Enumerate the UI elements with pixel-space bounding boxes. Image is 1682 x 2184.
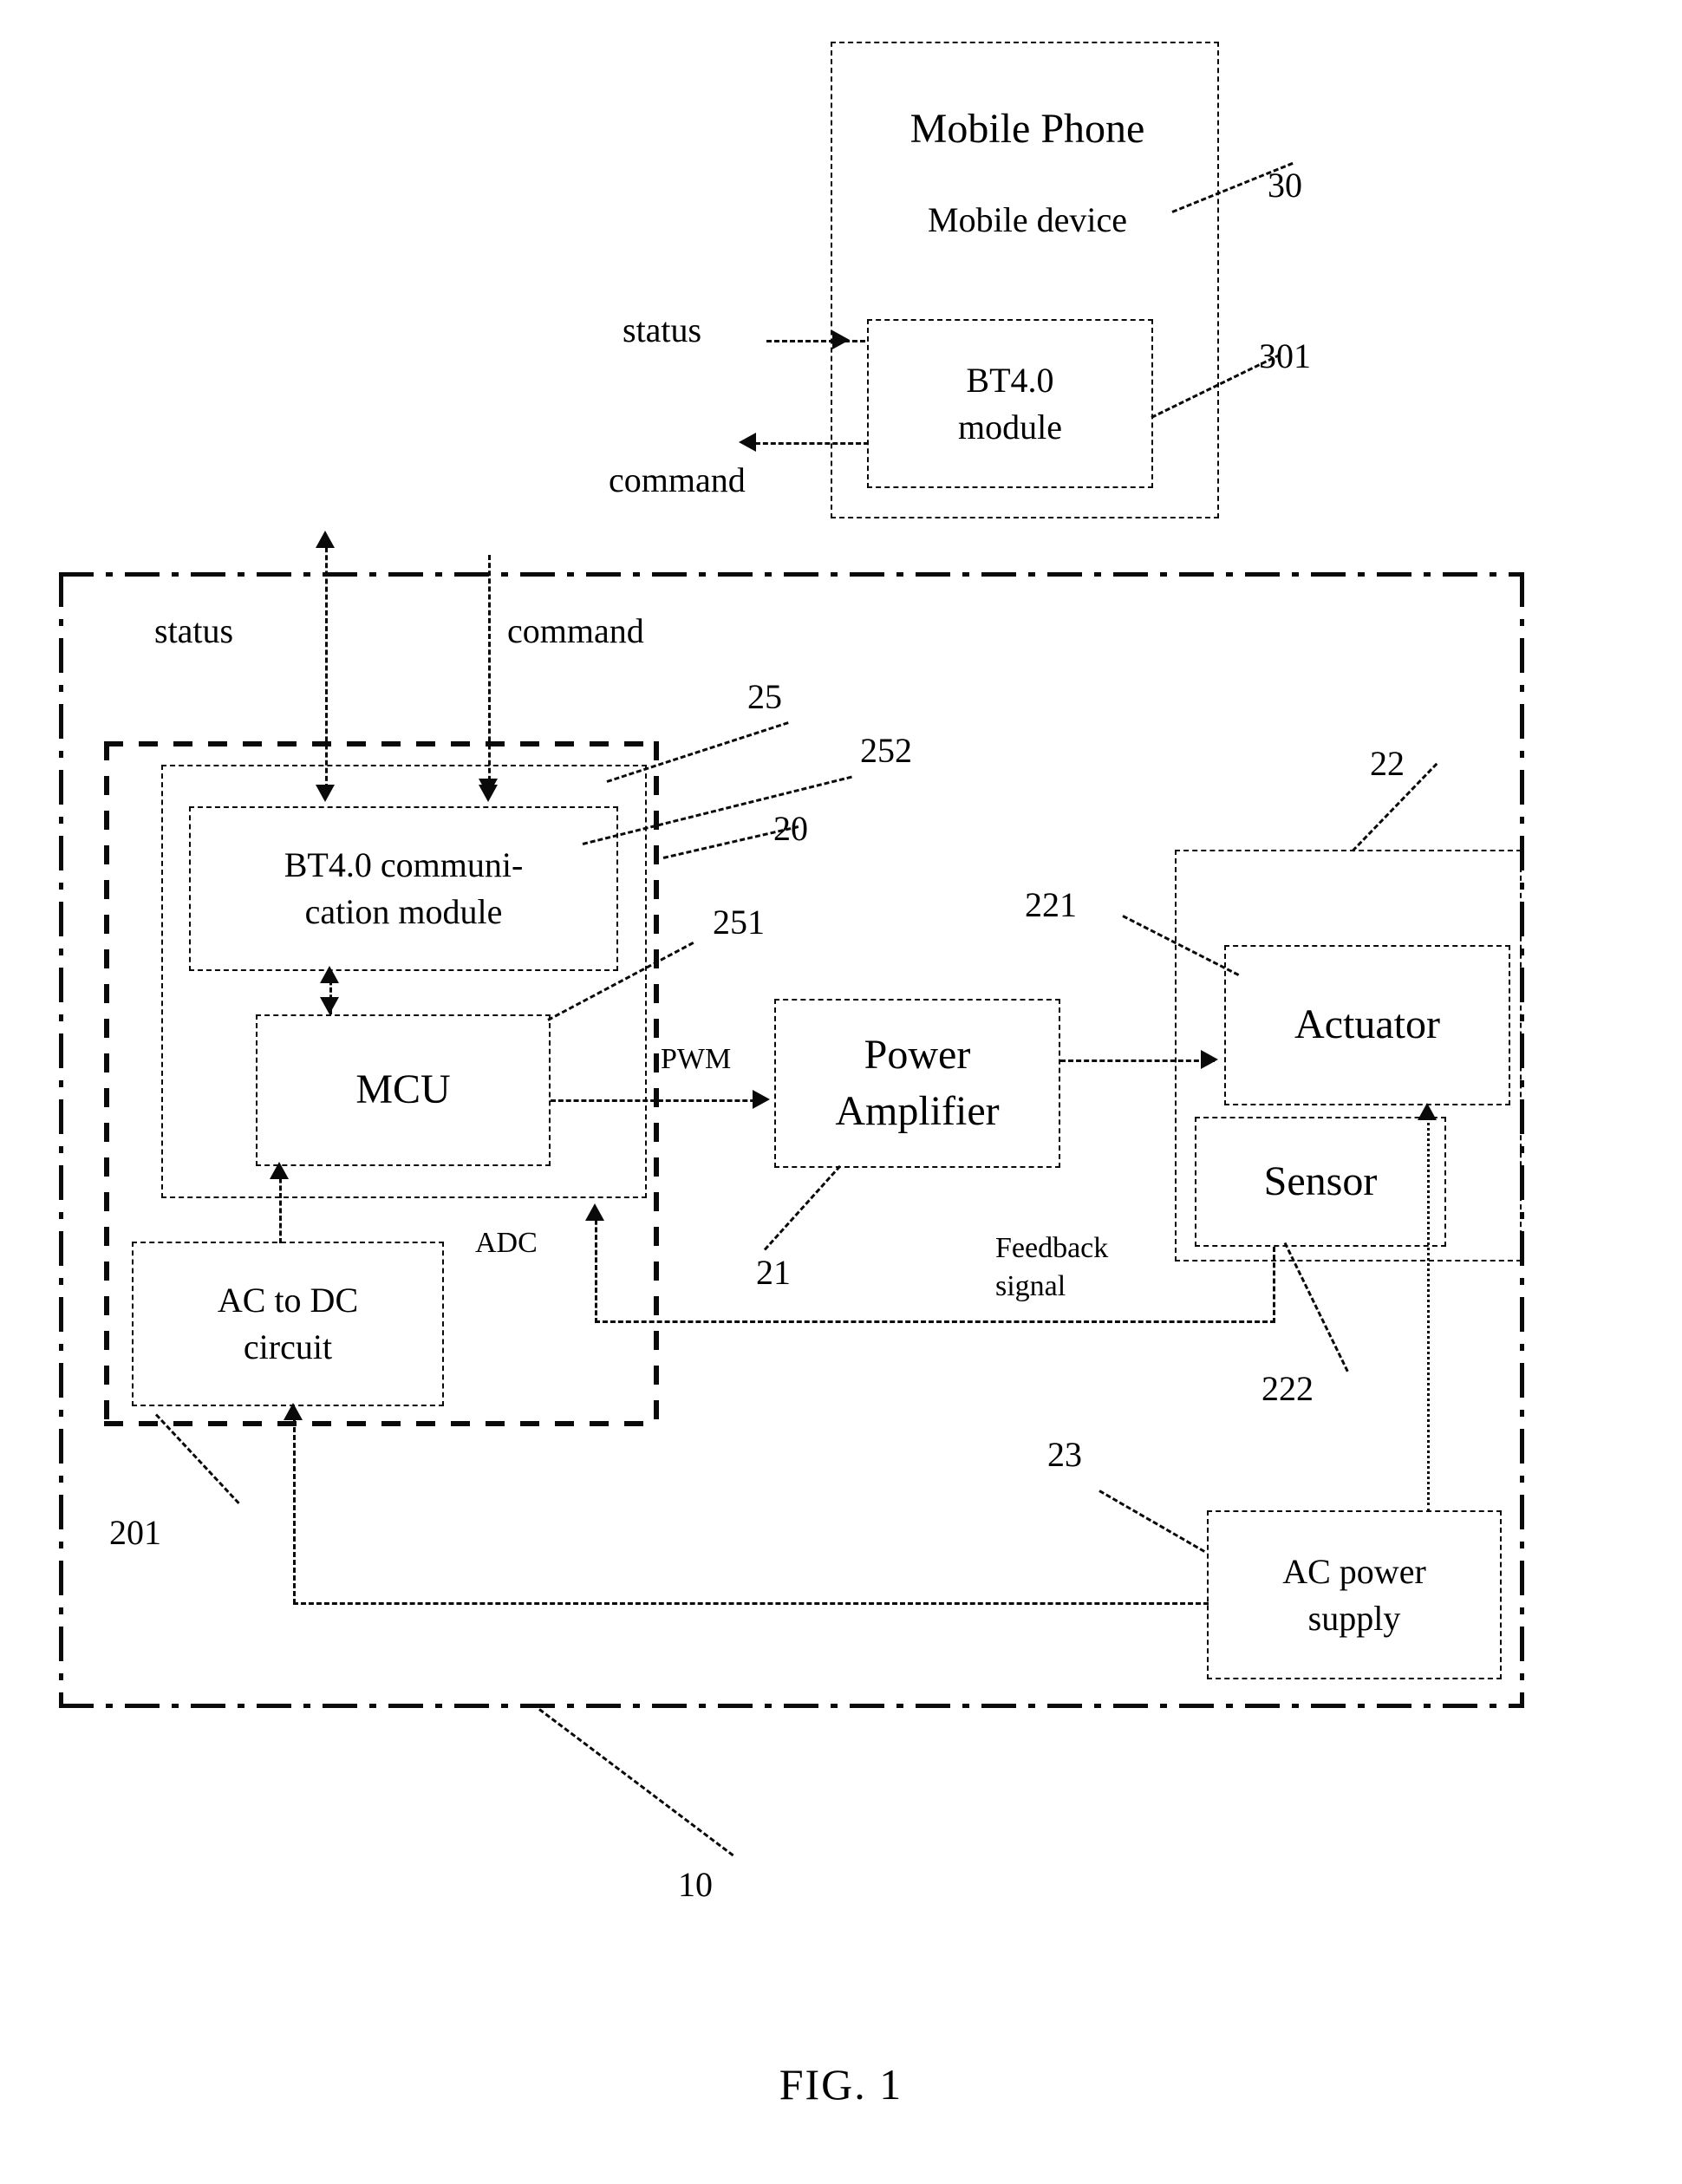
actuator-box: Actuator: [1224, 945, 1510, 1105]
ref-21-label: 21: [756, 1253, 791, 1292]
acpower-to-acdc-vertical: [293, 1411, 296, 1604]
command-arrow-mobile: [739, 433, 756, 452]
power-amplifier-label: Power Amplifier: [835, 1031, 1000, 1134]
ref-22-label: 22: [1370, 744, 1405, 783]
acdc-to-mcu-arrow: [270, 1162, 289, 1179]
ac-power-supply-label: AC power supply: [1282, 1551, 1426, 1638]
status-line-mobile: [766, 340, 865, 342]
ref-252-label: 252: [860, 731, 912, 770]
acpower-to-actuator-arrow: [1418, 1103, 1437, 1120]
ref-10-label: 10: [678, 1865, 713, 1904]
pwm-line: [551, 1099, 763, 1102]
status-riser-arrow: [316, 531, 335, 548]
ref-222-label: 222: [1262, 1369, 1314, 1408]
status-label-system: status: [154, 611, 234, 650]
figure-caption: FIG. 1: [779, 2060, 903, 2109]
ref-30-label: 30: [1268, 166, 1302, 205]
feedback-up-to-mcu: [595, 1212, 597, 1323]
feedback-signal-label: Feedback signal: [995, 1232, 1109, 1303]
command-label-mobile: command: [609, 460, 746, 499]
acpower-to-acdc-arrow: [284, 1403, 303, 1420]
status-into-bt-comm-arrow: [316, 785, 335, 802]
ref-251-label: 251: [713, 903, 765, 942]
actuator-label: Actuator: [1294, 1001, 1440, 1048]
ref-25-label: 25: [747, 677, 782, 716]
sensor-label: Sensor: [1263, 1157, 1378, 1204]
pwm-label: PWM: [661, 1043, 732, 1075]
command-line-mobile: [747, 442, 869, 445]
bt40-communication-module-box: BT4.0 communi- cation module: [189, 806, 618, 971]
adc-arrow: [585, 1203, 604, 1221]
command-label-system: command: [507, 611, 644, 650]
ref-10-leader: [538, 1708, 734, 1857]
ac-to-dc-circuit-label: AC to DC circuit: [217, 1281, 359, 1366]
ref-23-label: 23: [1047, 1435, 1082, 1474]
bt-mcu-arrow-down: [320, 997, 339, 1014]
ref-301-label: 301: [1259, 336, 1311, 375]
power-amplifier-box: Power Amplifier: [774, 999, 1060, 1168]
mobile-device-subtitle: Mobile device: [928, 200, 1127, 239]
mobile-phone-title: Mobile Phone: [909, 106, 1145, 152]
bt40-communication-module-label: BT4.0 communi- cation module: [284, 845, 524, 931]
acpower-to-acdc-horizontal: [293, 1602, 1209, 1605]
mcu-label: MCU: [355, 1066, 451, 1113]
mobile-bt40-module-label: BT4.0 module: [958, 360, 1062, 447]
sensor-box: Sensor: [1195, 1117, 1446, 1247]
ac-power-supply-box: AC power supply: [1207, 1510, 1502, 1679]
mcu-box: MCU: [256, 1014, 551, 1166]
feedback-down-from-sensor: [1273, 1247, 1275, 1323]
acpower-to-actuator-vertical: [1427, 1112, 1430, 1512]
adc-label: ADC: [475, 1227, 538, 1259]
pwm-arrow: [753, 1090, 770, 1109]
ac-to-dc-circuit-box: AC to DC circuit: [132, 1242, 444, 1406]
mobile-bt40-module-box: BT4.0 module: [867, 319, 1153, 488]
feedback-horizontal: [595, 1320, 1275, 1323]
ref-201-label: 201: [109, 1513, 161, 1552]
patent-figure-sheet: Mobile Phone Mobile device BT4.0 module …: [0, 0, 1682, 2184]
ref-221-label: 221: [1025, 885, 1077, 924]
command-into-bt-comm-arrow: [479, 785, 498, 802]
bt-mcu-arrow-up: [320, 966, 339, 983]
acdc-to-mcu-line: [279, 1170, 282, 1243]
ref-20-label: 20: [773, 809, 808, 848]
status-label-mobile: status: [623, 310, 702, 349]
status-arrow-mobile: [832, 330, 850, 349]
